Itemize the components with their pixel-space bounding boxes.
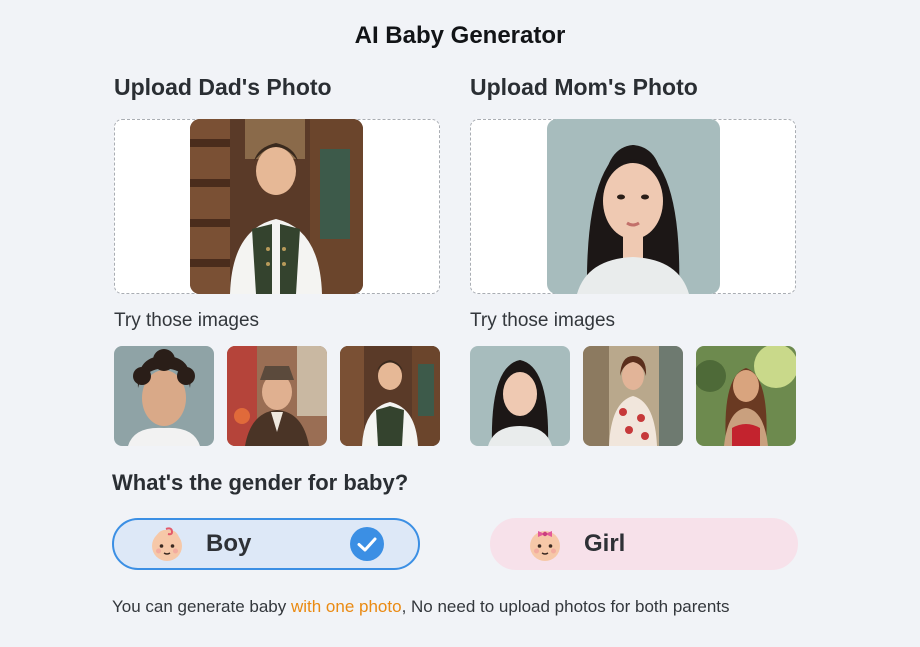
note-text-start: You can generate baby [112, 597, 291, 616]
dad-sample-thumbnails [114, 346, 440, 446]
dad-upload-dropzone[interactable] [114, 119, 440, 294]
dad-uploaded-photo [190, 119, 363, 294]
mom-sample-thumbnails [470, 346, 796, 446]
gender-option-girl[interactable]: Girl [490, 518, 798, 570]
note-highlight: with one photo [290, 597, 402, 616]
mom-sample-image-3[interactable] [696, 346, 796, 446]
gender-option-boy[interactable]: Boy [112, 518, 420, 570]
page-title: AI Baby Generator [354, 22, 566, 49]
gender-option-boy-label: Boy [206, 530, 252, 557]
mom-upload-dropzone[interactable] [470, 119, 796, 294]
dad-upload-section: Upload Dad's Photo Try those images [114, 70, 440, 446]
dad-sample-image-2[interactable] [227, 346, 327, 446]
dad-try-images-label: Try those images [114, 310, 260, 331]
dad-upload-heading: Upload Dad's Photo [114, 74, 332, 100]
mom-sample-image-1[interactable] [470, 346, 570, 446]
note-text-end: , No need to upload photos for both pare… [401, 597, 730, 616]
mom-upload-section: Upload Mom's Photo Try those images [470, 70, 796, 446]
gender-option-girl-label: Girl [584, 530, 626, 557]
gender-question: What's the gender for baby? [112, 470, 409, 495]
mom-sample-image-2[interactable] [583, 346, 683, 446]
mom-upload-heading: Upload Mom's Photo [470, 74, 698, 100]
baby-boy-icon [152, 527, 182, 561]
selected-check-icon [350, 527, 384, 561]
dad-sample-image-1[interactable] [114, 346, 214, 446]
single-photo-note: You can generate baby with one photo, No… [112, 596, 792, 617]
mom-uploaded-photo [547, 119, 720, 294]
baby-girl-icon [530, 531, 560, 561]
mom-try-images-label: Try those images [470, 310, 616, 331]
dad-sample-image-3[interactable] [340, 346, 440, 446]
